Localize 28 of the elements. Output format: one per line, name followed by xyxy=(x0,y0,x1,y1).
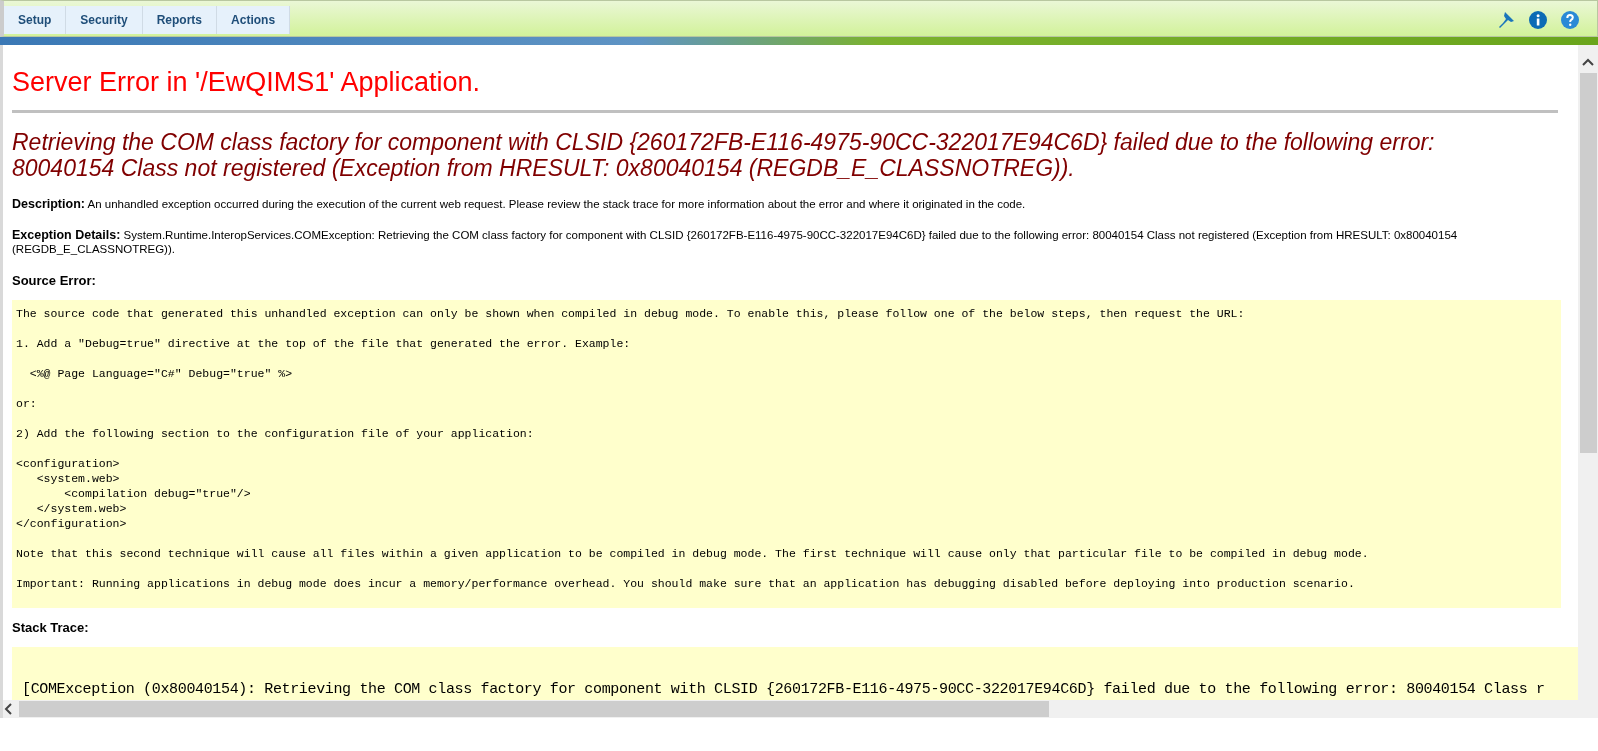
exception-details-text: Exception Details: System.Runtime.InteropServices.COMException: Retrieving the COM class factory for component with CLSID {260172FB-E116-4975-90CC-322017E94C6D} failed due to the following error: 80040154 Class not registered (Exception from HRESULT: 0x80040154 (REGDB_E_CLASSNOTREG)). xyxy=(12,228,1459,256)
code-text: 2) Add the following section to the configuration file of your application: xyxy=(16,426,535,441)
nav-tab[interactable]: Actions xyxy=(217,6,291,34)
nav-tab[interactable]: Reports xyxy=(142,6,218,34)
code-text: or: xyxy=(16,396,38,411)
scrollbar-thumb[interactable] xyxy=(19,701,1049,717)
code-text: Note that this second technique will cause all files within a given application to be compiled in debug mode. The first technique will cause only that particular file to be compiled in debug mode. xyxy=(16,546,1370,561)
horizontal-scrollbar[interactable] xyxy=(3,700,1578,718)
nav-tab[interactable]: Security xyxy=(66,6,143,34)
code-text: Important: Running applications in debug mode does incur a memory/performance overhead. You should make sure that an application has debugging disabled before deploying into production scenario. xyxy=(16,576,1356,591)
scrollbar-thumb[interactable] xyxy=(1579,73,1597,453)
section-heading: Stack Trace: xyxy=(12,620,90,635)
code-text: The source code that generated this unhandled exception can only be shown when compiled in debug mode. To enable this, please follow one of the below steps, then request the URL: xyxy=(16,306,1246,321)
code-text: 1. Add a "Debug=true" directive at the top of the file that generated the error. Example: xyxy=(16,336,632,351)
scroll-up-icon[interactable] xyxy=(1582,57,1594,67)
code-text: <%@ Page Language="C#" Debug="true" %> xyxy=(28,366,294,381)
scroll-left-icon[interactable] xyxy=(3,703,13,715)
vertical-scrollbar[interactable] xyxy=(1578,45,1598,718)
section-heading: Source Error: xyxy=(12,273,97,288)
info-icon[interactable] xyxy=(1529,11,1547,29)
stack-trace-line: [COMException (0x80040154): Retrieving the COM class factory for component with CLSID {260172FB-E116-4975-90CC-322017E94C6D} failed due to the following error: 80040154 Class r xyxy=(22,681,1546,699)
description-text: Description: An unhandled exception occurred during the execution of the current web request. Please review the stack trace for more information about the error and where it originated in the code. xyxy=(12,197,1027,211)
page-title: Server Error in '/EwQIMS1' Application. xyxy=(12,67,1558,113)
error-message: Retrieving the COM class factory for component with CLSID {260172FB-E116-4975-90CC-322017E94C6D} failed due to the following error: 80040154 Class not registered (Exception from HRESULT: 0x80040154 (REGDB_E_CLASSNOTREG)). xyxy=(12,129,1436,181)
nav-tab[interactable]: Setup xyxy=(4,6,67,34)
help-icon[interactable] xyxy=(1561,11,1579,29)
pin-icon[interactable] xyxy=(1497,11,1515,29)
code-text: <configuration> <system.web> <compilation debug="true"/> </system.web> </configuration> xyxy=(16,456,252,531)
